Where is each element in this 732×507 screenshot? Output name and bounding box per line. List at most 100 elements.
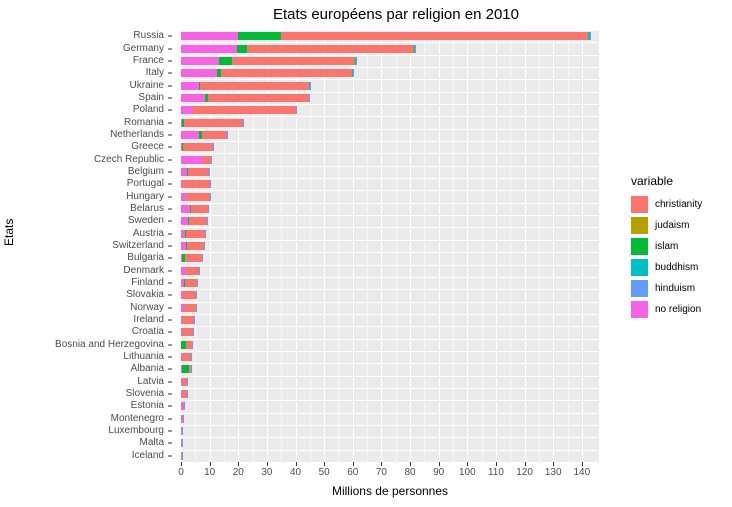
bar-segment[interactable] bbox=[238, 32, 282, 41]
legend-item[interactable]: judaism bbox=[631, 215, 732, 236]
bar-segment[interactable] bbox=[182, 439, 183, 448]
bar-segment[interactable] bbox=[181, 204, 191, 213]
bar-segment[interactable] bbox=[199, 266, 200, 275]
bar-segment[interactable] bbox=[237, 44, 248, 53]
bar-segment[interactable] bbox=[181, 365, 190, 374]
x-tick-mark bbox=[524, 462, 526, 466]
bar-segment[interactable] bbox=[181, 93, 205, 102]
bar-segment[interactable] bbox=[192, 340, 194, 349]
x-tick-mark bbox=[495, 462, 497, 466]
bar-segment[interactable] bbox=[243, 118, 244, 127]
bar-segment[interactable] bbox=[181, 316, 194, 325]
bar-segment[interactable] bbox=[186, 229, 205, 238]
bar-segment[interactable] bbox=[295, 106, 297, 115]
bar-segment[interactable] bbox=[181, 130, 200, 139]
bar-segment[interactable] bbox=[182, 427, 184, 436]
bar-segment[interactable] bbox=[201, 130, 227, 139]
bar-segment[interactable] bbox=[181, 56, 219, 65]
bar-segment[interactable] bbox=[183, 118, 244, 127]
bar-segment[interactable] bbox=[181, 69, 217, 78]
bar-segment[interactable] bbox=[186, 390, 188, 399]
bar-segment[interactable] bbox=[190, 353, 192, 362]
bar-segment[interactable] bbox=[187, 242, 204, 250]
y-tick-label: Romania bbox=[123, 116, 164, 128]
bar-segment[interactable] bbox=[590, 32, 591, 41]
grid-line-horizontal bbox=[181, 227, 599, 229]
bar-segment[interactable] bbox=[187, 377, 188, 386]
grid-line-horizontal bbox=[181, 153, 599, 155]
bar-segment[interactable] bbox=[184, 254, 202, 263]
bar-segment[interactable] bbox=[209, 192, 211, 201]
bar-segment[interactable] bbox=[189, 217, 208, 226]
bar-segment[interactable] bbox=[181, 106, 192, 115]
bar-segment[interactable] bbox=[232, 56, 354, 65]
bar-segment[interactable] bbox=[193, 328, 194, 337]
bar-segment[interactable] bbox=[213, 143, 214, 152]
chart-container: Etats européens par religion en 2010 Eta… bbox=[0, 0, 732, 507]
bar-segment[interactable] bbox=[193, 316, 195, 325]
bar-segment[interactable] bbox=[186, 266, 200, 275]
bar-segment[interactable] bbox=[203, 155, 211, 164]
legend-item[interactable]: no religion bbox=[631, 299, 732, 320]
bar-segment[interactable] bbox=[196, 291, 198, 300]
bar-segment[interactable] bbox=[415, 44, 416, 53]
bar-segment[interactable] bbox=[195, 303, 197, 312]
bar-segment[interactable] bbox=[309, 93, 311, 102]
bar-segment[interactable] bbox=[181, 155, 204, 164]
bar-segment[interactable] bbox=[181, 32, 239, 41]
bar-segment[interactable] bbox=[218, 56, 233, 65]
x-tick-label: 0 bbox=[178, 467, 184, 478]
x-tick-mark bbox=[324, 462, 326, 466]
bar-segment[interactable] bbox=[201, 254, 203, 263]
bar-segment[interactable] bbox=[207, 204, 209, 213]
legend-item[interactable]: islam bbox=[631, 236, 732, 257]
bar-segment[interactable] bbox=[204, 229, 206, 238]
grid-line-vertical-minor bbox=[510, 30, 512, 462]
bar-segment[interactable] bbox=[184, 279, 198, 288]
y-tick-mark bbox=[168, 393, 172, 395]
bar-segment[interactable] bbox=[281, 32, 588, 41]
bar-segment[interactable] bbox=[355, 56, 357, 65]
legend-item-label: judaism bbox=[655, 220, 690, 231]
bar-segment[interactable] bbox=[191, 106, 296, 115]
grid-line-horizontal bbox=[181, 375, 599, 377]
bar-segment[interactable] bbox=[181, 451, 183, 460]
bar-segment[interactable] bbox=[190, 204, 208, 213]
bar-segment[interactable] bbox=[184, 402, 185, 411]
bar-segment[interactable] bbox=[181, 81, 200, 90]
bar-segment[interactable] bbox=[181, 353, 191, 362]
legend-item-label: hinduism bbox=[655, 283, 696, 294]
bar-segment[interactable] bbox=[182, 414, 184, 423]
y-tick-mark bbox=[168, 307, 172, 309]
y-tick-mark bbox=[168, 109, 172, 111]
legend-item[interactable]: hinduism bbox=[631, 278, 732, 299]
bar-segment[interactable] bbox=[186, 192, 210, 201]
bar-segment[interactable] bbox=[207, 217, 208, 226]
bar-segment[interactable] bbox=[226, 130, 228, 139]
bar-segment[interactable] bbox=[184, 303, 196, 312]
bar-segment[interactable] bbox=[209, 180, 211, 189]
bar-segment[interactable] bbox=[209, 167, 210, 176]
legend-title: variable bbox=[631, 174, 674, 188]
grid-line-horizontal bbox=[181, 350, 599, 352]
bar-segment[interactable] bbox=[183, 291, 197, 300]
bar-segment[interactable] bbox=[182, 180, 210, 189]
bar-segment[interactable] bbox=[200, 81, 310, 90]
legend-item[interactable]: christianity bbox=[631, 194, 732, 215]
bar-segment[interactable] bbox=[181, 44, 238, 53]
bar-segment[interactable] bbox=[185, 340, 193, 349]
bar-segment[interactable] bbox=[221, 69, 353, 78]
bar-segment[interactable] bbox=[181, 328, 194, 337]
bar-segment[interactable] bbox=[181, 217, 189, 226]
bar-segment[interactable] bbox=[188, 167, 210, 176]
legend-item[interactable]: buddhism bbox=[631, 257, 732, 278]
bar-segment[interactable] bbox=[203, 242, 205, 250]
bar-segment[interactable] bbox=[210, 155, 212, 164]
bar-segment[interactable] bbox=[309, 81, 311, 90]
bar-segment[interactable] bbox=[247, 44, 414, 53]
bar-segment[interactable] bbox=[190, 365, 192, 374]
bar-segment[interactable] bbox=[352, 69, 354, 78]
bar-segment[interactable] bbox=[183, 143, 214, 152]
bar-segment[interactable] bbox=[207, 93, 310, 102]
bar-segment[interactable] bbox=[197, 279, 198, 288]
